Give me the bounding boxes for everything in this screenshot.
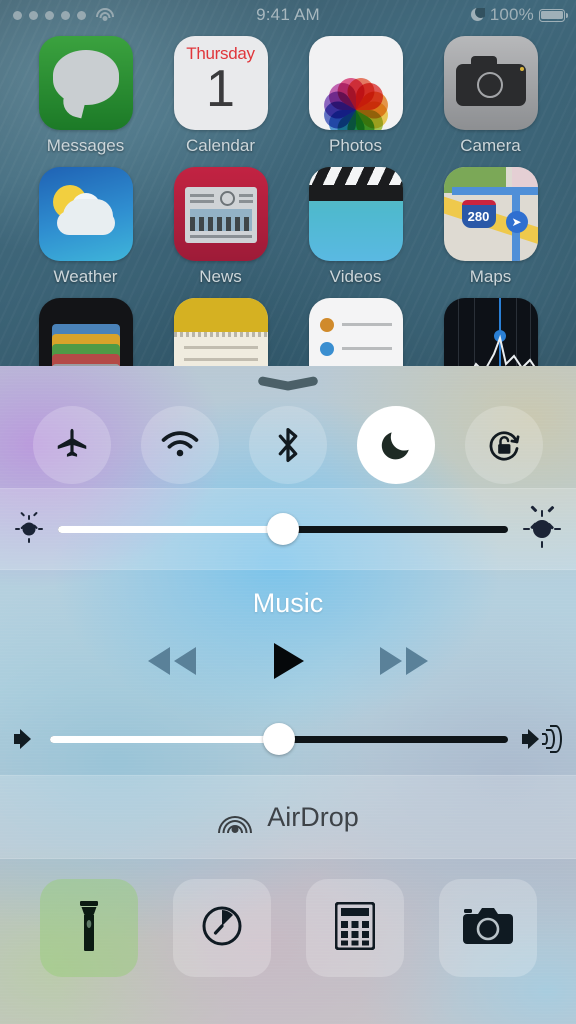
shortcuts-section (0, 859, 576, 997)
wifi-icon (160, 429, 200, 461)
airdrop-section[interactable]: AirDrop (0, 776, 576, 858)
app-label: Weather (53, 267, 118, 286)
volume-fill (50, 735, 279, 743)
camera-button[interactable] (438, 879, 537, 977)
bluetooth-toggle[interactable] (249, 406, 327, 484)
fast-forward-icon (377, 644, 431, 683)
app-photos[interactable]: Photos (306, 36, 406, 156)
weather-icon[interactable] (38, 167, 133, 261)
app-label: Camera (460, 136, 521, 155)
maps-shield-label: 280 (461, 200, 496, 228)
flashlight-icon (76, 899, 102, 958)
next-track-button[interactable] (377, 644, 431, 683)
app-videos[interactable]: Videos (306, 167, 406, 287)
bluetooth-icon (275, 425, 301, 465)
toggles-section (0, 402, 576, 488)
app-messages[interactable]: Messages (36, 36, 136, 156)
maps-icon[interactable]: 280 ➤ (443, 167, 538, 261)
volume-high-icon (522, 725, 562, 753)
grabber-handle[interactable] (257, 375, 319, 392)
brightness-knob[interactable] (267, 513, 299, 545)
airdrop-icon (217, 799, 253, 835)
brightness-slider[interactable] (0, 489, 576, 569)
app-row: Messages Thursday 1 Calendar Photos Came… (0, 36, 576, 156)
timer-button[interactable] (172, 879, 271, 977)
timer-icon (199, 903, 245, 954)
app-maps[interactable]: 280 ➤ Maps (441, 167, 541, 287)
airdrop-label: AirDrop (267, 801, 359, 832)
app-label: Messages (46, 136, 125, 155)
moon-icon (378, 427, 414, 463)
calendar-icon[interactable]: Thursday 1 (173, 36, 268, 130)
brightness-low-icon (14, 511, 44, 544)
rewind-icon (145, 644, 199, 683)
volume-mute-icon (14, 727, 36, 751)
brightness-section (0, 489, 576, 569)
app-label: Maps (469, 267, 512, 286)
airplane-mode-toggle[interactable] (33, 406, 111, 484)
app-label: Calendar (186, 136, 255, 155)
brightness-fill (58, 525, 283, 533)
toggle-row (0, 402, 576, 488)
rotation-lock-toggle[interactable] (465, 406, 543, 484)
app-label: Videos (329, 267, 382, 286)
volume-track[interactable] (50, 723, 508, 755)
photos-icon[interactable] (308, 36, 403, 130)
music-title: Music (252, 588, 324, 618)
app-label: News (199, 267, 242, 286)
transport-controls (0, 623, 576, 703)
airplane-icon (53, 426, 91, 464)
app-weather[interactable]: Weather (36, 167, 136, 287)
brightness-high-icon (522, 505, 562, 549)
volume-knob[interactable] (263, 723, 295, 755)
calendar-day: 1 (206, 60, 235, 118)
brightness-track[interactable] (58, 513, 508, 545)
control-center-panel: Music AirDrop (0, 366, 576, 1024)
status-bar-time: 9:41 AM (256, 5, 320, 24)
play-icon (271, 641, 305, 686)
battery-full-icon (539, 8, 568, 22)
previous-track-button[interactable] (145, 644, 199, 683)
messages-icon[interactable] (38, 36, 133, 130)
app-row: Weather News Videos 280 ➤ Maps (0, 167, 576, 287)
app-calendar[interactable]: Thursday 1 Calendar (171, 36, 271, 156)
home-screen-app-grid: Messages Thursday 1 Calendar Photos Came… (0, 36, 576, 403)
videos-icon[interactable] (308, 167, 403, 261)
airdrop-row[interactable]: AirDrop (0, 776, 576, 858)
volume-slider[interactable] (0, 703, 576, 775)
do-not-disturb-toggle[interactable] (357, 406, 435, 484)
camera-icon[interactable] (443, 36, 538, 130)
status-bar: 9:41 AM 100% (0, 0, 576, 30)
calculator-button[interactable] (305, 879, 404, 977)
wifi-toggle[interactable] (141, 406, 219, 484)
shortcut-row (0, 859, 576, 997)
app-news[interactable]: News (171, 167, 271, 287)
iphone-screen: 9:41 AM 100% Messages Thursday 1 Calenda… (0, 0, 576, 1024)
flashlight-button[interactable] (39, 879, 138, 977)
news-icon[interactable] (173, 167, 268, 261)
moon-icon (470, 8, 485, 22)
app-label: Photos (329, 136, 382, 155)
camera-icon (462, 905, 514, 952)
calculator-icon (334, 901, 375, 955)
control-center-grabber-row[interactable] (0, 366, 576, 402)
app-camera[interactable]: Camera (441, 36, 541, 156)
play-button[interactable] (271, 641, 305, 686)
rotation-lock-icon (485, 426, 523, 464)
music-section: Music (0, 570, 576, 775)
